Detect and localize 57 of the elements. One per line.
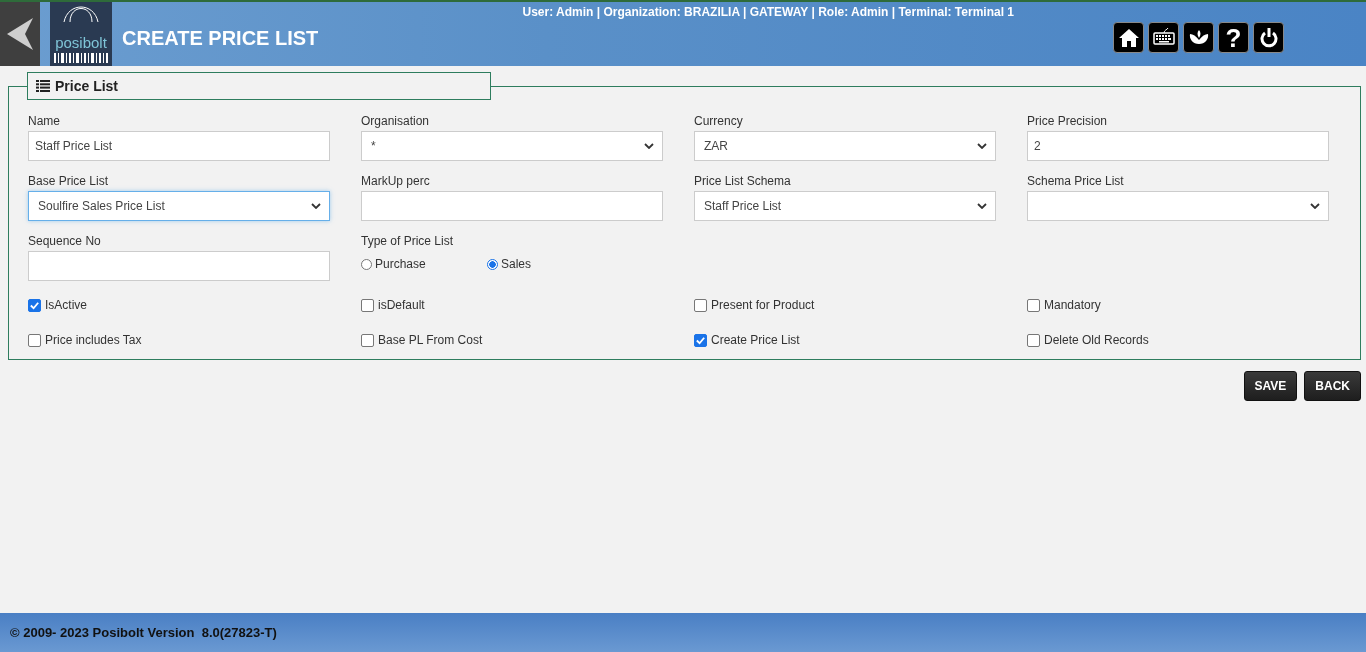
checkbox-label: IsActive bbox=[45, 298, 87, 312]
field-label: Price Precision bbox=[1027, 114, 1109, 129]
checkbox[interactable] bbox=[1027, 333, 1040, 347]
checkbox[interactable] bbox=[1027, 298, 1040, 312]
input-field[interactable] bbox=[28, 251, 330, 281]
caret-icon bbox=[977, 143, 987, 149]
save-button[interactable]: SAVE bbox=[1243, 371, 1298, 401]
dropdown[interactable]: Soulfire Sales Price List bbox=[28, 191, 330, 221]
checkbox[interactable] bbox=[361, 298, 374, 312]
radio-label: Purchase bbox=[375, 257, 426, 271]
field-label: Type of Price List bbox=[361, 234, 455, 249]
field-label: Name bbox=[28, 114, 61, 129]
back-button[interactable] bbox=[0, 2, 40, 66]
checkbox-label: Base PL From Cost bbox=[378, 333, 483, 347]
checkbox-label: Delete Old Records bbox=[1044, 333, 1149, 347]
field-label: Sequence No bbox=[28, 234, 102, 249]
input-field[interactable]: Staff Price List bbox=[28, 131, 330, 161]
radio-button[interactable] bbox=[487, 258, 498, 270]
keyboard-button[interactable] bbox=[1148, 22, 1179, 53]
logo: posibolt bbox=[50, 2, 112, 66]
checkbox-label: Price includes Tax bbox=[45, 333, 142, 347]
checkbox[interactable] bbox=[28, 298, 41, 312]
checkbox[interactable] bbox=[694, 298, 707, 312]
checkbox[interactable] bbox=[28, 333, 41, 347]
home-button[interactable] bbox=[1113, 22, 1144, 53]
flower-button[interactable] bbox=[1183, 22, 1214, 53]
checkbox-label: isDefault bbox=[378, 298, 425, 312]
checkbox-label: Create Price List bbox=[711, 333, 800, 347]
checkbox[interactable] bbox=[694, 333, 707, 347]
field-label: Price List Schema bbox=[694, 174, 792, 189]
field-label: Schema Price List bbox=[1027, 174, 1125, 189]
page-title: CREATE PRICE LIST bbox=[122, 25, 319, 50]
caret-icon bbox=[644, 143, 654, 149]
input-field[interactable]: 2 bbox=[1027, 131, 1329, 161]
list-icon bbox=[36, 80, 50, 92]
radio-label: Sales bbox=[501, 257, 532, 271]
section-title: Price List bbox=[55, 78, 119, 94]
help-button[interactable]: ? bbox=[1218, 22, 1249, 53]
back-button[interactable]: BACK bbox=[1304, 371, 1361, 401]
field-label: Organisation bbox=[361, 114, 431, 129]
checkbox[interactable] bbox=[361, 333, 374, 347]
field-label: MarkUp perc bbox=[361, 174, 431, 189]
dropdown[interactable]: ZAR bbox=[694, 131, 996, 161]
checkbox-label: Present for Product bbox=[711, 298, 815, 312]
dropdown[interactable]: Staff Price List bbox=[694, 191, 996, 221]
copyright-text: © 2009- 2023 Posibolt Version 8.0(27823-T) bbox=[10, 625, 277, 640]
input-field[interactable] bbox=[361, 191, 663, 221]
field-label: Base Price List bbox=[28, 174, 110, 189]
caret-icon bbox=[311, 203, 321, 209]
caret-icon bbox=[1310, 203, 1320, 209]
field-label: Currency bbox=[694, 114, 744, 129]
user-info: User: Admin | Organization: BRAZILIA | GATEWAY | Role: Admin | Terminal: Terminal 1 bbox=[522, 5, 1014, 19]
checkbox-label: Mandatory bbox=[1044, 298, 1101, 312]
radio-button[interactable] bbox=[361, 258, 372, 270]
power-button[interactable] bbox=[1253, 22, 1284, 53]
dropdown[interactable]: * bbox=[361, 131, 663, 161]
caret-icon bbox=[977, 203, 987, 209]
